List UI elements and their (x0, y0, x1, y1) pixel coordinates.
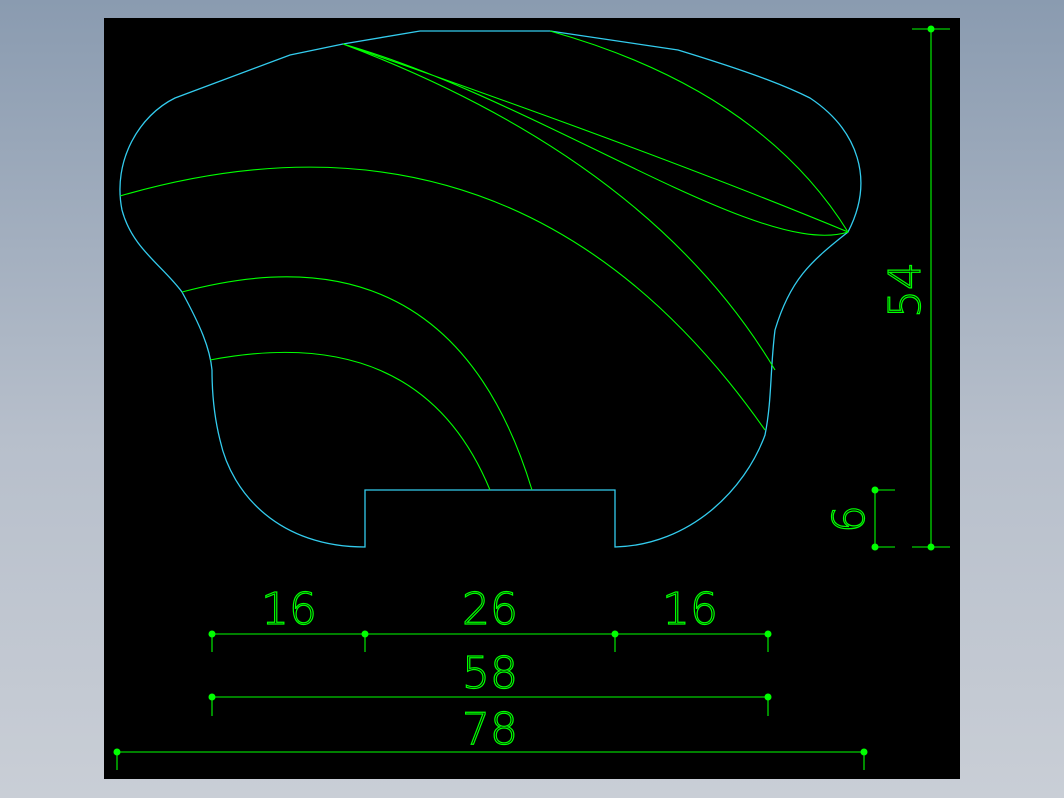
dim-dot (927, 25, 935, 33)
arc-2 (549, 30, 849, 233)
dim-label-6: 6 (824, 505, 875, 533)
arc-6 (209, 351, 491, 491)
dim-label-54: 54 (880, 262, 931, 318)
dim-label-left-16: 16 (261, 584, 317, 635)
dim-label-78: 78 (462, 704, 518, 755)
dim-dot (764, 693, 772, 701)
arc-5 (181, 276, 533, 491)
dim-dot (208, 630, 216, 638)
arc-1 (342, 43, 849, 236)
dim-dot (361, 630, 369, 638)
dim-dot (208, 693, 216, 701)
dim-dot (871, 543, 879, 551)
dim-label-right-16: 16 (662, 584, 718, 635)
arc-3 (119, 166, 766, 431)
cad-drawing: 54 6 16 26 16 58 78 (113, 25, 950, 770)
dim-dot (860, 748, 868, 756)
part-outline (119, 30, 862, 548)
dim-dot (871, 486, 879, 494)
dim-dot (113, 748, 121, 756)
dim-label-26: 26 (462, 584, 518, 635)
dim-dot (611, 630, 619, 638)
dim-dot (764, 630, 772, 638)
dim-dot (927, 543, 935, 551)
dim-label-58: 58 (462, 648, 518, 699)
arc-4 (342, 43, 776, 371)
